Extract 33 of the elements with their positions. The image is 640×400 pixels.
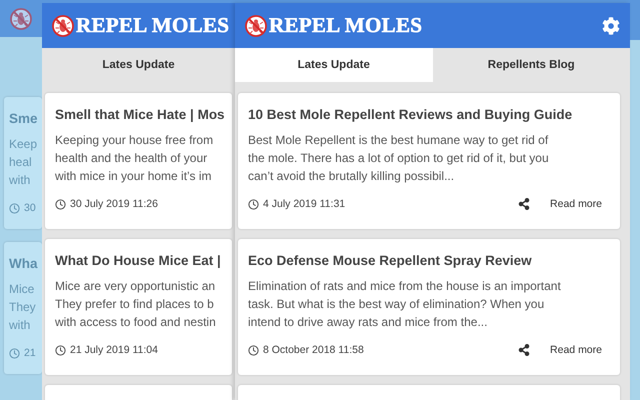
brand-title: REPEL MOLES [76, 13, 230, 38]
article-excerpt: Mice are very opportunistic an They prefer to find places to b with access to food and nestin [55, 278, 216, 331]
article-date: 30 July 2019 11:26 [70, 198, 158, 210]
clock-icon [55, 198, 66, 210]
share-icon[interactable] [518, 344, 530, 356]
article-date: 8 October 2018 11:58 [263, 344, 364, 356]
tab[interactable]: Lates Update [235, 48, 432, 82]
clock-icon [248, 198, 259, 210]
clock-icon [248, 344, 259, 356]
share-icon[interactable] [518, 198, 530, 210]
article-date: 21 [24, 347, 36, 359]
read-more-link[interactable]: Read more [550, 198, 602, 210]
clock-icon [55, 344, 66, 356]
article-title[interactable]: Eco Defense Mouse Repellent Spray Review [248, 251, 532, 271]
article-excerpt: Best Mole Repellent is the best humane way to get rid of the mole. There has a lot of option to get rid of it, but you can’t avoid the brutally killing possibil... [248, 132, 549, 185]
article-date: 21 July 2019 11:04 [70, 344, 158, 356]
no-bug-logo-icon [245, 14, 267, 36]
article-excerpt: Mice They with [9, 281, 36, 334]
clock-icon [9, 348, 20, 358]
no-bug-logo-icon [52, 14, 74, 36]
clock-icon [9, 202, 20, 214]
article-title[interactable]: What Do House Mice Eat | [55, 251, 221, 271]
no-bug-logo-icon [10, 8, 32, 30]
article-title[interactable]: 10 Best Mole Repellent Reviews and Buying Guide [248, 105, 572, 125]
article-excerpt: Elimination of rats and mice from the house is an important task. But what is the best way of elimination? When you intend to drive away rats and mice from the... [248, 278, 561, 331]
read-more-link[interactable]: Read more [550, 344, 602, 356]
article-date: 30 [24, 202, 36, 214]
article-title[interactable]: Smell that Mice Hate | Mos [55, 105, 225, 125]
brand-title: REPEL MOLES [269, 13, 422, 38]
article-date: 4 July 2019 11:31 [263, 198, 346, 210]
settings-icon[interactable] [602, 16, 620, 34]
article-excerpt: Keep heal with [9, 136, 38, 189]
article-excerpt: Keeping your house free from health and the health of your with mice in your home it’s im [55, 132, 214, 185]
